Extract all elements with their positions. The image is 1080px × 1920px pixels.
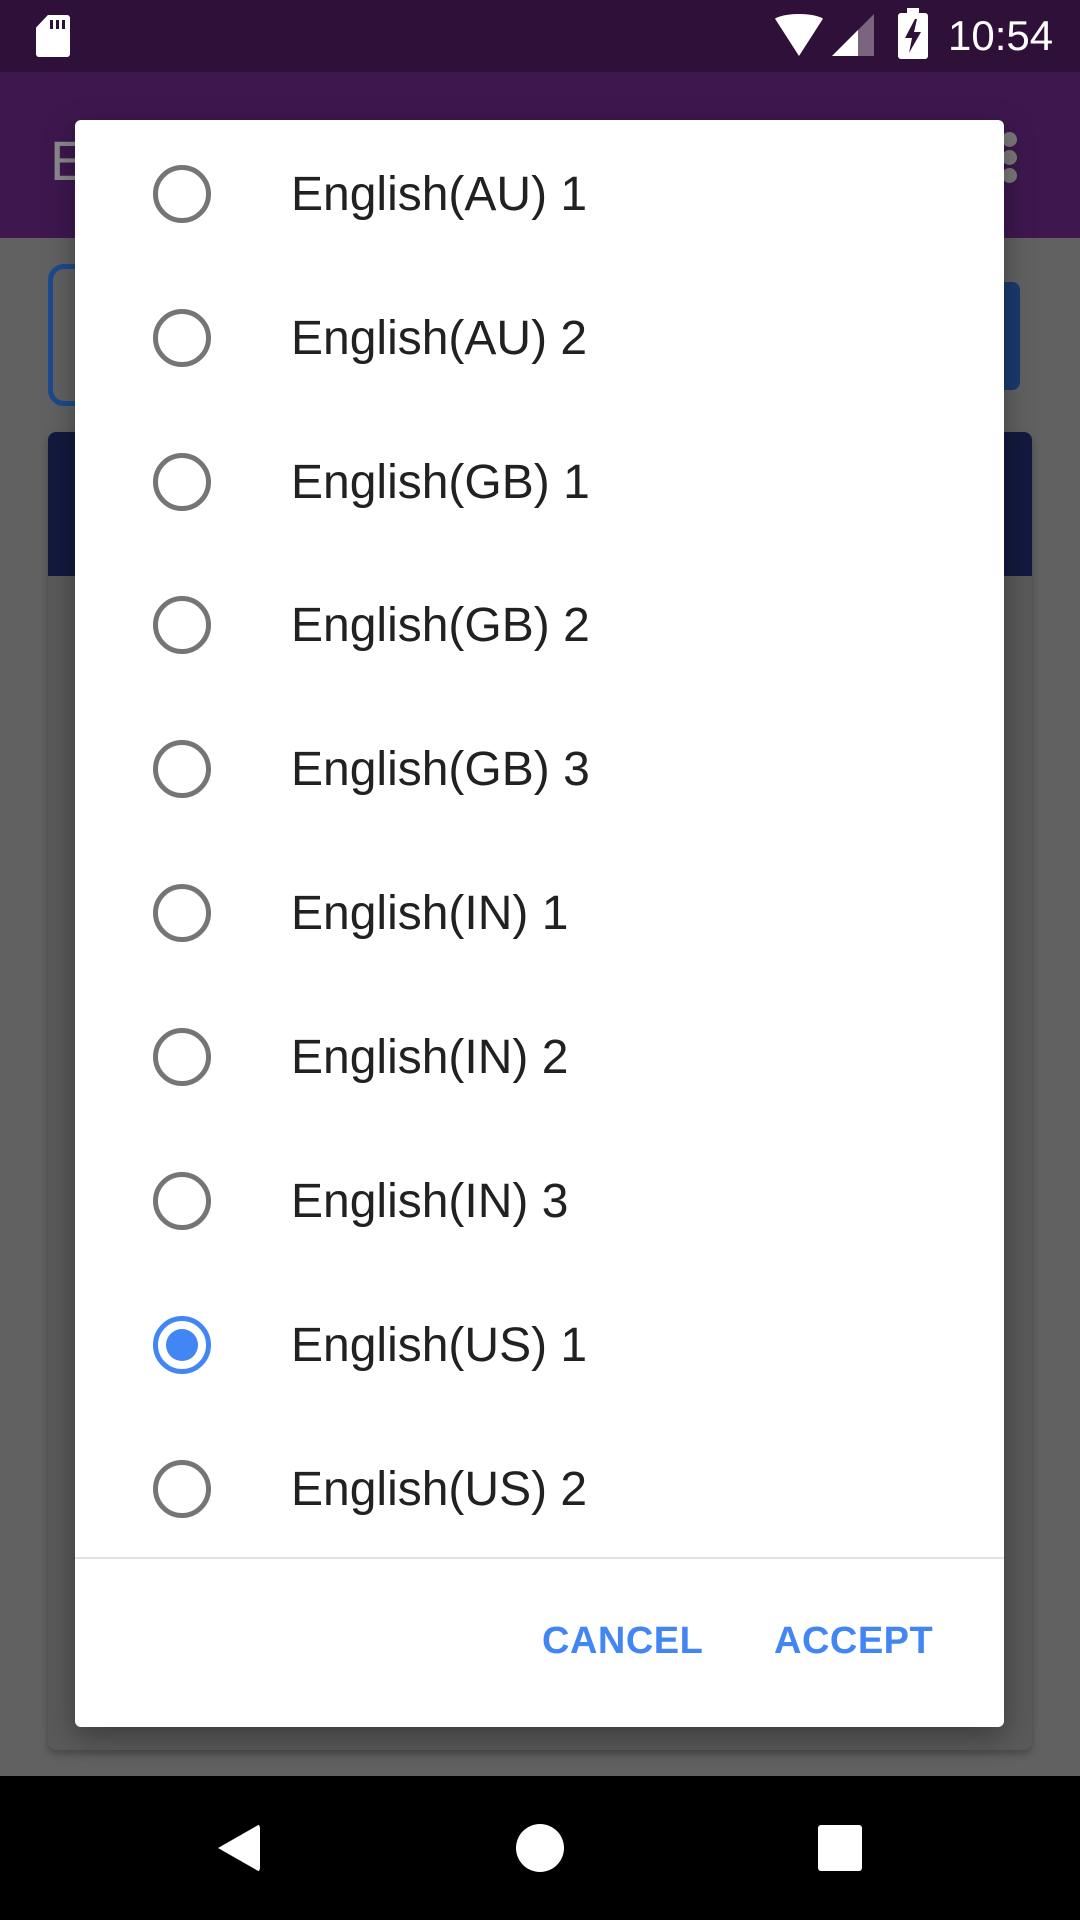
- radio-button[interactable]: [153, 165, 211, 223]
- option-english-gb-3[interactable]: English(GB) 3: [75, 697, 1004, 841]
- option-label: English(IN) 2: [291, 1030, 569, 1084]
- status-bar: 10:54: [0, 0, 1080, 72]
- wifi-icon: [772, 14, 826, 56]
- signal-icon: [832, 14, 874, 56]
- option-label: English(AU) 2: [291, 311, 588, 365]
- radio-button[interactable]: [153, 309, 211, 367]
- screen: 10:54 E English(AU) 1 English(AU) 2 Engl…: [0, 0, 1080, 1920]
- battery-charging-icon: [898, 8, 928, 59]
- option-english-in-1[interactable]: English(IN) 1: [75, 841, 1004, 985]
- option-english-au-1[interactable]: English(AU) 1: [75, 122, 1004, 266]
- accept-button[interactable]: ACCEPT: [774, 1620, 933, 1663]
- back-icon[interactable]: [218, 1824, 260, 1872]
- radio-button[interactable]: [153, 740, 211, 798]
- radio-button[interactable]: [153, 1172, 211, 1230]
- radio-button[interactable]: [153, 1460, 211, 1518]
- option-label: English(AU) 1: [291, 167, 588, 221]
- radio-button[interactable]: [153, 1028, 211, 1086]
- option-english-au-2[interactable]: English(AU) 2: [75, 266, 1004, 410]
- option-label: English(US) 2: [291, 1462, 588, 1516]
- option-label: English(GB) 3: [291, 742, 590, 796]
- radio-button[interactable]: [153, 596, 211, 654]
- radio-button-checked[interactable]: [153, 1316, 211, 1374]
- option-english-gb-2[interactable]: English(GB) 2: [75, 553, 1004, 697]
- option-list[interactable]: English(AU) 1 English(AU) 2 English(GB) …: [75, 120, 1004, 1558]
- language-dialog: English(AU) 1 English(AU) 2 English(GB) …: [75, 120, 1004, 1727]
- option-label: English(IN) 3: [291, 1174, 569, 1228]
- clock: 10:54: [948, 12, 1054, 59]
- option-label: English(GB) 1: [291, 455, 590, 509]
- dialog-divider: [75, 1557, 1004, 1559]
- home-icon[interactable]: [516, 1824, 564, 1872]
- recents-icon[interactable]: [818, 1825, 862, 1871]
- cancel-button[interactable]: CANCEL: [542, 1620, 703, 1663]
- more-vert-icon[interactable]: [1002, 132, 1018, 186]
- radio-button[interactable]: [153, 453, 211, 511]
- option-label: English(IN) 1: [291, 886, 569, 940]
- option-english-us-2[interactable]: English(US) 2: [75, 1417, 1004, 1561]
- option-english-us-1[interactable]: English(US) 1: [75, 1273, 1004, 1417]
- option-label: English(US) 1: [291, 1318, 588, 1372]
- option-english-gb-1[interactable]: English(GB) 1: [75, 410, 1004, 554]
- option-english-in-2[interactable]: English(IN) 2: [75, 985, 1004, 1129]
- option-english-in-3[interactable]: English(IN) 3: [75, 1129, 1004, 1273]
- radio-button[interactable]: [153, 884, 211, 942]
- option-label: English(GB) 2: [291, 598, 590, 652]
- sd-card-icon: [36, 15, 70, 57]
